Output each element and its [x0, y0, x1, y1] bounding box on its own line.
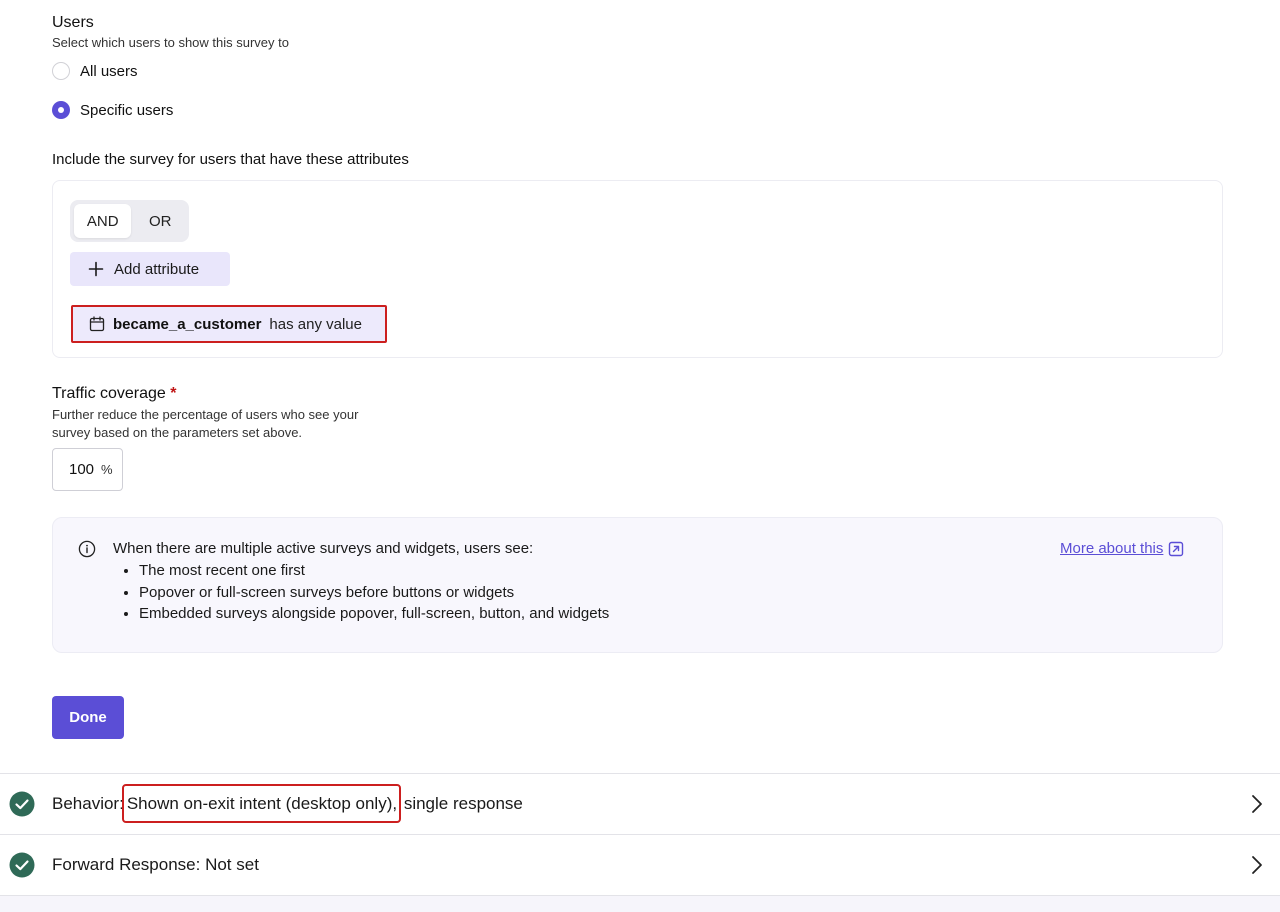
radio-label: All users [80, 62, 138, 80]
external-link-icon [1169, 541, 1184, 556]
info-callout: When there are multiple active surveys a… [52, 517, 1223, 653]
next-section-edge [0, 895, 1280, 912]
add-attribute-label: Add attribute [114, 260, 200, 278]
chevron-right-icon[interactable] [1249, 855, 1265, 875]
radio-button-checked[interactable] [52, 101, 70, 119]
traffic-coverage-description: Further reduce the percentage of users w… [52, 407, 359, 440]
behavior-summary: Behavior: Shown on-exit intent (desktop o… [52, 784, 523, 823]
attribute-condition: has any value [269, 315, 362, 333]
info-heading: When there are multiple active surveys a… [113, 540, 534, 557]
attributes-panel: AND OR Add attribute became_a_customer h… [52, 180, 1223, 358]
forward-response-summary: Forward Response: Not set [52, 855, 259, 875]
list-item: Embedded surveys alongside popover, full… [139, 603, 609, 625]
required-marker: * [170, 385, 177, 402]
check-circle-icon [9, 852, 35, 878]
add-attribute-button[interactable]: Add attribute [70, 252, 230, 286]
logic-toggle: AND OR [70, 200, 189, 242]
radio-specific-users[interactable]: Specific users [52, 101, 173, 119]
behavior-section-row[interactable]: Behavior: Shown on-exit intent (desktop o… [0, 773, 1280, 834]
attribute-name: became_a_customer [113, 315, 262, 333]
attribute-filter-chip[interactable]: became_a_customer has any value [71, 305, 387, 343]
percentage-unit: % [101, 462, 113, 477]
traffic-coverage-label: Traffic coverage [52, 385, 166, 402]
forward-response-title: Forward Response: [52, 855, 201, 874]
radio-all-users[interactable]: All users [52, 62, 138, 80]
radio-label: Specific users [80, 101, 174, 119]
traffic-coverage-title: Traffic coverage * [52, 385, 177, 403]
list-item: Popover or full-screen surveys before bu… [139, 582, 609, 604]
logic-or-button[interactable]: OR [135, 204, 185, 238]
radio-button[interactable] [52, 62, 70, 80]
users-subtitle: Select which users to show this survey t… [52, 35, 289, 50]
users-title: Users [52, 14, 94, 31]
behavior-highlighted-value: Shown on-exit intent (desktop only), [121, 784, 402, 823]
more-about-this-link[interactable]: More about this [1060, 540, 1184, 557]
plus-icon [88, 261, 104, 277]
info-list: The most recent one first Popover or ful… [139, 560, 609, 625]
info-icon [78, 540, 96, 558]
traffic-percentage-input[interactable]: 100 % [52, 448, 123, 491]
done-button[interactable]: Done [52, 696, 124, 739]
logic-and-button[interactable]: AND [74, 204, 132, 238]
forward-response-value: Not set [200, 855, 259, 874]
behavior-value: single response [399, 794, 523, 813]
chevron-right-icon[interactable] [1249, 794, 1265, 814]
attributes-label: Include the survey for users that have t… [52, 151, 409, 168]
behavior-title: Behavior: [52, 794, 124, 813]
percentage-value[interactable]: 100 [69, 461, 94, 478]
forward-response-section-row[interactable]: Forward Response: Not set [0, 834, 1280, 895]
calendar-icon [89, 316, 105, 332]
link-label[interactable]: More about this [1060, 540, 1163, 557]
list-item: The most recent one first [139, 560, 609, 582]
check-circle-icon [9, 791, 35, 817]
